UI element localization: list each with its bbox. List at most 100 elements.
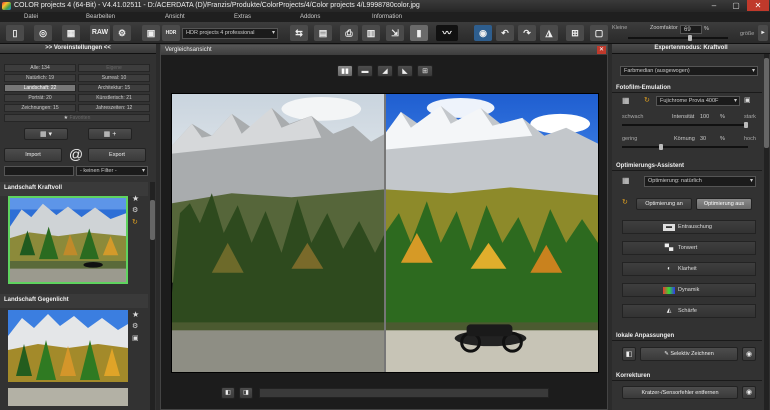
option-klarheit[interactable]: ◐ Klarheit — [622, 262, 756, 276]
sensor-fix-button[interactable]: Kratzer-/Sensorfehler entfernen — [622, 386, 738, 399]
intensity-slider-knob[interactable] — [744, 122, 748, 128]
preset1-thumbnail[interactable] — [8, 196, 128, 284]
optimize-off-button[interactable]: Optimierung aus — [696, 198, 752, 210]
preset1-settings-icon[interactable]: ⚙ — [132, 206, 142, 216]
search-field[interactable] — [4, 166, 74, 176]
assistant-grid-icon[interactable]: ▦ — [622, 176, 638, 186]
gallery-icon[interactable]: ▦ — [62, 25, 80, 41]
close-icon[interactable]: ✕ — [747, 0, 769, 11]
film-info-icon[interactable]: ▣ — [744, 96, 754, 106]
menu-addons[interactable]: Addons — [300, 12, 320, 22]
optimize-on-button[interactable]: Optimierung an — [636, 198, 692, 210]
film-grid-icon[interactable]: ▦ — [622, 96, 638, 106]
view-split-horizontal-icon[interactable]: ▬ — [357, 65, 373, 77]
category-jahreszeiten[interactable]: Jahreszeiten: 12 — [78, 104, 150, 112]
import-button[interactable]: Import — [4, 148, 62, 162]
category-alle[interactable]: Alle: 134 — [4, 64, 76, 72]
flip-horizontal-icon[interactable]: ◮ — [540, 25, 558, 41]
view-split-vertical-icon[interactable]: ▮▮ — [337, 65, 353, 77]
film-select[interactable]: Fujichrome Provia 400F ▾ — [656, 96, 740, 106]
preset2-thumbnail[interactable] — [8, 310, 128, 406]
category-kuenstlerisch[interactable]: Künstlerisch: 21 — [78, 94, 150, 102]
preset2-apply-icon[interactable]: ▣ — [132, 334, 142, 344]
local-toggle-icon[interactable]: ◧ — [622, 347, 636, 361]
fit-view-icon[interactable]: ⊞ — [566, 25, 584, 41]
preset1-apply-icon[interactable]: ↻ — [132, 218, 142, 228]
category-favoriten[interactable]: ★ Favoriten — [4, 114, 150, 122]
menu-bearbeiten[interactable]: Bearbeiten — [86, 12, 115, 22]
presets-scrollbar[interactable] — [150, 182, 155, 410]
filter-select[interactable]: - keinen Filter - ▾ — [76, 166, 148, 176]
category-architektur[interactable]: Architektur: 15 — [78, 84, 150, 92]
print-icon[interactable]: ⎙ — [340, 25, 358, 41]
rotate-right-icon[interactable]: ↷ — [518, 25, 536, 41]
export-button[interactable]: Export — [88, 148, 146, 162]
split-view-icon[interactable]: ▮ — [410, 25, 428, 41]
option-schaerfe[interactable]: ◭ Schärfe — [622, 304, 756, 318]
zoom-slider-knob[interactable] — [688, 35, 692, 41]
filmstrip-bar[interactable] — [259, 388, 549, 398]
next-image-icon[interactable]: ◨ — [239, 387, 253, 399]
film-apply-icon[interactable]: ↻ — [644, 96, 654, 106]
mode-select[interactable]: Farbmedian (ausgewogen) ▾ — [620, 66, 758, 76]
category-portraet[interactable]: Porträt: 20 — [4, 94, 76, 102]
preset1-favorite-icon[interactable]: ★ — [132, 194, 142, 204]
transform-icon[interactable]: ⇆ — [290, 25, 308, 41]
prev-image-icon[interactable]: ◧ — [221, 387, 235, 399]
raw-button[interactable]: RAW — [90, 25, 110, 41]
hdr-button[interactable]: HDR — [162, 25, 180, 41]
curve-icon[interactable]: 〰 — [436, 25, 458, 41]
intensity-value[interactable]: 100 — [700, 114, 709, 120]
view-diagonal-icon[interactable]: ◢ — [377, 65, 393, 77]
camera-raw-icon[interactable]: ⚙ — [113, 25, 131, 41]
category-surreal[interactable]: Surreal: 10 — [78, 74, 150, 82]
grain-value[interactable]: 30 — [700, 136, 706, 142]
auto-icon[interactable]: ◉ — [474, 25, 492, 41]
menu-ansicht[interactable]: Ansicht — [165, 12, 185, 22]
view-fullscreen-icon[interactable]: ⊞ — [417, 65, 433, 77]
menu-datei[interactable]: Datei — [24, 12, 38, 22]
grain-slider-knob[interactable] — [658, 144, 663, 150]
view-corner-icon[interactable]: ◣ — [397, 65, 413, 77]
sensor-settings-icon[interactable]: ◉ — [742, 386, 756, 399]
zoom-input[interactable]: 69 — [680, 25, 702, 34]
option-entrauschung[interactable]: ▬ Entrauschung — [622, 220, 756, 234]
option-tonwert[interactable]: ▀▄ Tonwert — [622, 241, 756, 255]
grain-slider[interactable] — [622, 144, 748, 150]
category-natuerlich[interactable]: Natürlich: 19 — [4, 74, 76, 82]
comparison-close-icon[interactable]: ✕ — [597, 46, 606, 54]
selective-draw-button[interactable]: ✎ Selektiv Zeichnen — [640, 347, 738, 361]
minimize-icon[interactable]: – — [703, 0, 725, 11]
export-icon[interactable]: ⇲ — [386, 25, 404, 41]
category-zeichnungen[interactable]: Zeichnungen: 15 — [4, 104, 76, 112]
compare-icon[interactable]: ▥ — [362, 25, 380, 41]
menu-information[interactable]: Information — [372, 12, 402, 22]
category-landschaft[interactable]: Landschaft: 22 — [4, 84, 76, 92]
optimize-apply-icon[interactable]: ↻ — [622, 198, 632, 208]
add-preset-icon[interactable]: ▦ + — [88, 128, 132, 140]
comparison-image[interactable] — [171, 93, 599, 373]
open-file-icon[interactable]: ◎ — [34, 25, 52, 41]
fullscreen-icon[interactable]: ▢ — [590, 25, 608, 41]
preset2-settings-icon[interactable]: ⚙ — [132, 322, 142, 332]
local-settings-icon[interactable]: ◉ — [742, 347, 756, 361]
category-eigene[interactable]: Eigene — [78, 64, 150, 72]
scroll-right-icon[interactable]: ▸ — [758, 25, 768, 41]
at-icon[interactable]: @ — [66, 145, 86, 163]
save-icon[interactable]: ▣ — [142, 25, 160, 41]
expert-scrollbar[interactable] — [764, 54, 769, 410]
zoom-slider[interactable] — [628, 35, 728, 41]
preset-select[interactable]: HDR projects 4 professional ▾ — [182, 28, 278, 39]
grid-view-icon[interactable]: ▦ ▾ — [24, 128, 68, 140]
new-file-icon[interactable]: ▯ — [6, 25, 24, 41]
maximize-icon[interactable]: ▢ — [725, 0, 747, 11]
assistant-select[interactable]: Optimierung: natürlich ▾ — [644, 176, 756, 187]
menu-extras[interactable]: Extras — [234, 12, 251, 22]
option-dynamik[interactable]: Dynamik — [622, 283, 756, 297]
histogram-icon[interactable]: ▤ — [314, 25, 332, 41]
expert-scroll-thumb[interactable] — [764, 58, 769, 148]
intensity-slider[interactable] — [622, 122, 748, 128]
preset2-favorite-icon[interactable]: ★ — [132, 310, 142, 320]
presets-header[interactable]: >> Voreinstellungen << — [0, 44, 156, 54]
rotate-left-icon[interactable]: ↶ — [496, 25, 514, 41]
